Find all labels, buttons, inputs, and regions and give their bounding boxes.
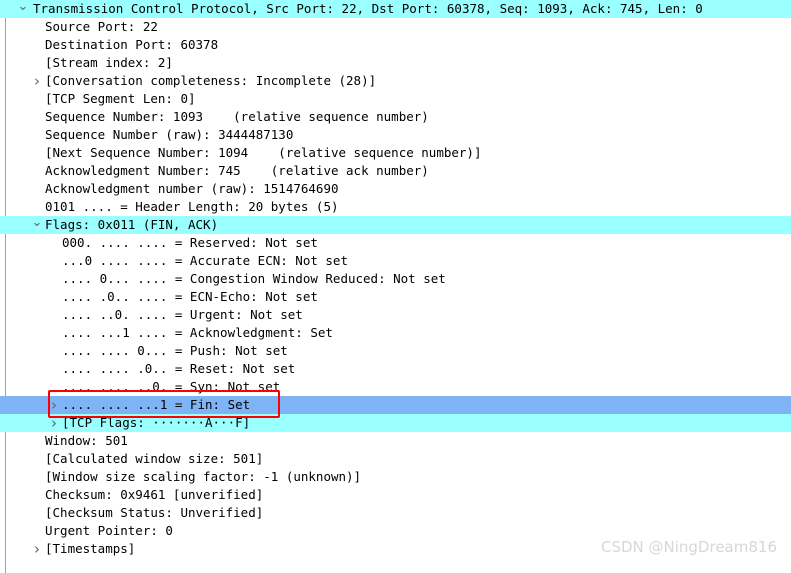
- tree-row[interactable]: [Next Sequence Number: 1094 (relative se…: [0, 144, 791, 162]
- tree-row-label: [Next Sequence Number: 1094 (relative se…: [45, 145, 482, 160]
- tree-row-label: Window: 501: [45, 433, 128, 448]
- tree-row[interactable]: .... .0.. .... = ECN-Echo: Not set: [0, 288, 791, 306]
- tree-row[interactable]: ...0 .... .... = Accurate ECN: Not set: [0, 252, 791, 270]
- tree-row[interactable]: 000. .... .... = Reserved: Not set: [0, 234, 791, 252]
- tree-row-label: Acknowledgment number (raw): 1514764690: [45, 181, 339, 196]
- chevron-right-icon[interactable]: [30, 540, 44, 558]
- chevron-right-icon[interactable]: [30, 72, 44, 90]
- tree-row-label: .... .... ..0. = Syn: Not set: [62, 379, 281, 394]
- tree-row-label: Flags: 0x011 (FIN, ACK): [45, 217, 219, 232]
- tree-row-label: Sequence Number: 1093 (relative sequence…: [45, 109, 429, 124]
- tree-row-label: .... .0.. .... = ECN-Echo: Not set: [62, 289, 318, 304]
- tree-row[interactable]: Destination Port: 60378: [0, 36, 791, 54]
- chevron-right-icon[interactable]: [47, 396, 61, 414]
- tree-row-label: Transmission Control Protocol, Src Port:…: [33, 1, 703, 16]
- tree-row[interactable]: [Calculated window size: 501]: [0, 450, 791, 468]
- tree-row[interactable]: Checksum: 0x9461 [unverified]: [0, 486, 791, 504]
- tree-row-label: [Checksum Status: Unverified]: [45, 505, 264, 520]
- tree-row-label: .... ..0. .... = Urgent: Not set: [62, 307, 303, 322]
- tree-row[interactable]: .... .... .0.. = Reset: Not set: [0, 360, 791, 378]
- tree-row[interactable]: [Window size scaling factor: -1 (unknown…: [0, 468, 791, 486]
- chevron-down-icon[interactable]: [30, 216, 44, 234]
- tree-row-label: ...0 .... .... = Accurate ECN: Not set: [62, 253, 348, 268]
- tree-row[interactable]: .... .... 0... = Push: Not set: [0, 342, 791, 360]
- tree-row[interactable]: Flags: 0x011 (FIN, ACK): [0, 216, 791, 234]
- tree-row[interactable]: [TCP Flags: ·······A···F]: [0, 414, 791, 432]
- tree-row[interactable]: 0101 .... = Header Length: 20 bytes (5): [0, 198, 791, 216]
- watermark-text: CSDN @NingDream816: [600, 538, 777, 556]
- tree-row[interactable]: .... .... ...1 = Fin: Set: [0, 396, 791, 414]
- tree-row-label: Urgent Pointer: 0: [45, 523, 173, 538]
- packet-detail-tree[interactable]: Transmission Control Protocol, Src Port:…: [0, 0, 791, 558]
- tree-row[interactable]: [Stream index: 2]: [0, 54, 791, 72]
- tree-row[interactable]: .... ...1 .... = Acknowledgment: Set: [0, 324, 791, 342]
- tree-row-label: [Window size scaling factor: -1 (unknown…: [45, 469, 362, 484]
- chevron-right-icon[interactable]: [47, 414, 61, 432]
- tree-row-label: Destination Port: 60378: [45, 37, 219, 52]
- tree-row-label: .... 0... .... = Congestion Window Reduc…: [62, 271, 446, 286]
- tree-row[interactable]: Acknowledgment Number: 745 (relative ack…: [0, 162, 791, 180]
- chevron-down-icon[interactable]: [16, 0, 30, 18]
- tree-row[interactable]: [TCP Segment Len: 0]: [0, 90, 791, 108]
- tree-row[interactable]: Source Port: 22: [0, 18, 791, 36]
- tree-row-label: Sequence Number (raw): 3444487130: [45, 127, 294, 142]
- tree-row-label: [Timestamps]: [45, 541, 136, 556]
- tree-row-label: Acknowledgment Number: 745 (relative ack…: [45, 163, 429, 178]
- tree-row-label: .... ...1 .... = Acknowledgment: Set: [62, 325, 333, 340]
- tree-row-label: [Stream index: 2]: [45, 55, 173, 70]
- tree-row-label: .... .... ...1 = Fin: Set: [62, 397, 251, 412]
- packet-detail-pane[interactable]: Transmission Control Protocol, Src Port:…: [0, 0, 791, 573]
- tree-row-label: .... .... .0.. = Reset: Not set: [62, 361, 296, 376]
- tree-row[interactable]: .... 0... .... = Congestion Window Reduc…: [0, 270, 791, 288]
- tree-row[interactable]: .... ..0. .... = Urgent: Not set: [0, 306, 791, 324]
- tree-row-label: Checksum: 0x9461 [unverified]: [45, 487, 264, 502]
- tree-row-label: 000. .... .... = Reserved: Not set: [62, 235, 318, 250]
- tree-row-label: Source Port: 22: [45, 19, 158, 34]
- tree-row-label: [TCP Flags: ·······A···F]: [62, 415, 251, 430]
- tree-row-label: [Calculated window size: 501]: [45, 451, 264, 466]
- tree-row[interactable]: Sequence Number: 1093 (relative sequence…: [0, 108, 791, 126]
- tree-row[interactable]: Transmission Control Protocol, Src Port:…: [0, 0, 791, 18]
- tree-row[interactable]: .... .... ..0. = Syn: Not set: [0, 378, 791, 396]
- tree-row[interactable]: Sequence Number (raw): 3444487130: [0, 126, 791, 144]
- tree-row-label: [Conversation completeness: Incomplete (…: [45, 73, 377, 88]
- tree-row[interactable]: Acknowledgment number (raw): 1514764690: [0, 180, 791, 198]
- tree-row-label: [TCP Segment Len: 0]: [45, 91, 196, 106]
- tree-row-label: 0101 .... = Header Length: 20 bytes (5): [45, 199, 339, 214]
- tree-row-label: .... .... 0... = Push: Not set: [62, 343, 288, 358]
- tree-row[interactable]: Window: 501: [0, 432, 791, 450]
- tree-row[interactable]: [Checksum Status: Unverified]: [0, 504, 791, 522]
- tree-row[interactable]: [Conversation completeness: Incomplete (…: [0, 72, 791, 90]
